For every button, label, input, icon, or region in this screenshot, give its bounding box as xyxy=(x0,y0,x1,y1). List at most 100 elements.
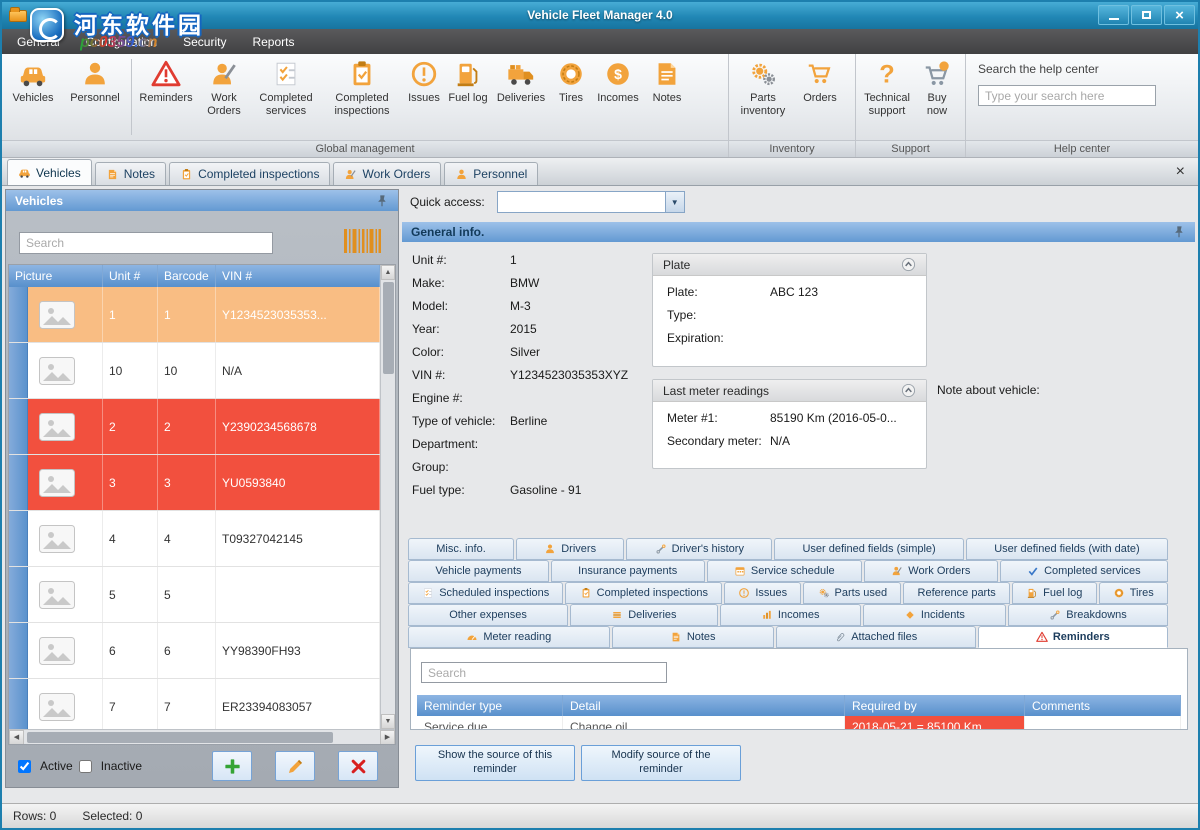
ribbon-item-completed-inspections[interactable]: Completed inspections xyxy=(321,55,403,120)
tab-vehicle-payments[interactable]: Vehicle payments xyxy=(408,560,549,582)
tab-completed-services[interactable]: Completed services xyxy=(1000,560,1168,582)
inactive-checkbox[interactable] xyxy=(79,760,92,773)
ribbon-item-vehicles[interactable]: Vehicles xyxy=(4,55,62,108)
add-vehicle-button[interactable] xyxy=(212,751,252,781)
modify-reminder-source-button[interactable]: Modify source of the reminder xyxy=(581,745,741,781)
tab-breakdowns[interactable]: Breakdowns xyxy=(1008,604,1168,626)
ribbon-item-buy-now[interactable]: Buy now xyxy=(916,55,958,120)
table-row[interactable]: 5 5 xyxy=(9,567,380,623)
ribbon-item-notes[interactable]: Notes xyxy=(645,55,689,108)
tab-parts-used[interactable]: Parts used xyxy=(803,582,901,604)
pin-icon[interactable] xyxy=(1172,225,1186,239)
row-selector[interactable] xyxy=(9,399,28,454)
tab-completed-inspections[interactable]: Completed inspections xyxy=(565,582,722,604)
ribbon-item-reminders[interactable]: Reminders xyxy=(135,55,197,108)
active-checkbox[interactable] xyxy=(18,760,31,773)
tab-notes[interactable]: Notes xyxy=(95,162,166,185)
column-header-reminder-type[interactable]: Reminder type xyxy=(417,695,563,716)
collapse-icon[interactable] xyxy=(901,257,916,272)
minimize-button[interactable] xyxy=(1098,5,1129,25)
table-row[interactable]: 3 3 YU0593840 xyxy=(9,455,380,511)
pin-icon[interactable] xyxy=(375,194,389,208)
row-selector[interactable] xyxy=(9,567,28,622)
tab-drivers[interactable]: Drivers xyxy=(516,538,624,560)
ribbon-item-incomes[interactable]: Incomes xyxy=(591,55,645,108)
tab-other-expenses[interactable]: Other expenses xyxy=(408,604,568,626)
tab-reminders[interactable]: Reminders xyxy=(978,626,1168,648)
tab-vehicles[interactable]: Vehicles xyxy=(7,159,92,185)
tab-reference-parts[interactable]: Reference parts xyxy=(903,582,1010,604)
tab-scheduled-inspections[interactable]: Scheduled inspections xyxy=(408,582,563,604)
ribbon-item-orders[interactable]: Orders xyxy=(795,55,845,108)
tab-meter-reading[interactable]: Meter reading xyxy=(408,626,610,648)
scroll-right-arrow[interactable]: ▶ xyxy=(380,730,395,745)
tab-deliveries[interactable]: Deliveries xyxy=(570,604,718,626)
row-selector[interactable] xyxy=(9,343,28,398)
scrollbar-thumb[interactable] xyxy=(383,282,394,374)
close-button[interactable]: × xyxy=(1164,5,1195,25)
column-header-vin[interactable]: VIN # xyxy=(216,265,380,287)
row-selector[interactable] xyxy=(9,623,28,678)
collapse-icon[interactable] xyxy=(901,383,916,398)
ribbon-item-deliveries[interactable]: Deliveries xyxy=(491,55,551,108)
quick-access-dropdown[interactable]: ▼ xyxy=(497,191,685,213)
tab-issues[interactable]: Issues xyxy=(724,582,801,604)
menu-reports[interactable]: Reports xyxy=(239,30,307,54)
ribbon-item-tires[interactable]: Tires xyxy=(551,55,591,108)
menu-security[interactable]: Security xyxy=(170,30,239,54)
barcode-icon[interactable] xyxy=(342,226,382,256)
tab-incomes[interactable]: Incomes xyxy=(720,604,861,626)
row-selector[interactable] xyxy=(9,679,28,729)
table-row[interactable]: 7 7 ER23394083057 xyxy=(9,679,380,729)
tab-user-defined-date[interactable]: User defined fields (with date) xyxy=(966,538,1168,560)
reminder-row[interactable]: Service due Change oil 2018-05-21 = 8510… xyxy=(417,716,1181,730)
table-row[interactable]: 1 1 Y1234523035353... xyxy=(9,287,380,343)
column-header-comments[interactable]: Comments xyxy=(1025,695,1181,716)
column-header-barcode[interactable]: Barcode xyxy=(158,265,216,287)
tab-tires[interactable]: Tires xyxy=(1099,582,1168,604)
show-reminder-source-button[interactable]: Show the source of this reminder xyxy=(415,745,575,781)
ribbon-item-completed-services[interactable]: Completed services xyxy=(251,55,321,120)
table-row[interactable]: 4 4 T09327042145 xyxy=(9,511,380,567)
tab-notes[interactable]: Notes xyxy=(612,626,774,648)
tab-drivers-history[interactable]: Driver's history xyxy=(626,538,772,560)
tab-close-button[interactable]: × xyxy=(1168,163,1193,181)
menu-general[interactable]: General xyxy=(4,30,73,54)
tab-fuel-log[interactable]: Fuel log xyxy=(1012,582,1097,604)
edit-vehicle-button[interactable] xyxy=(275,751,315,781)
row-selector[interactable] xyxy=(9,511,28,566)
tab-completed-inspections[interactable]: Completed inspections xyxy=(169,162,330,185)
table-row[interactable]: 6 6 YY98390FH93 xyxy=(9,623,380,679)
menu-configuration[interactable]: Configuration xyxy=(73,30,170,54)
tab-attached-files[interactable]: Attached files xyxy=(776,626,976,648)
table-row[interactable]: 10 10 N/A xyxy=(9,343,380,399)
tab-user-defined-simple[interactable]: User defined fields (simple) xyxy=(774,538,964,560)
row-selector[interactable] xyxy=(9,455,28,510)
column-header-picture[interactable]: Picture xyxy=(9,265,103,287)
maximize-button[interactable] xyxy=(1131,5,1162,25)
tab-service-schedule[interactable]: Service schedule xyxy=(707,560,862,582)
tab-work-orders[interactable]: Work Orders xyxy=(333,162,441,185)
ribbon-item-parts-inventory[interactable]: Parts inventory xyxy=(731,55,795,120)
ribbon-item-issues[interactable]: Issues xyxy=(403,55,445,108)
ribbon-item-work-orders[interactable]: Work Orders xyxy=(197,55,251,120)
chevron-down-icon[interactable]: ▼ xyxy=(665,192,684,212)
row-selector[interactable] xyxy=(9,287,28,342)
vehicles-search-input[interactable] xyxy=(19,232,273,254)
column-header-detail[interactable]: Detail xyxy=(563,695,845,716)
delete-vehicle-button[interactable] xyxy=(338,751,378,781)
scroll-left-arrow[interactable]: ◀ xyxy=(9,730,24,745)
ribbon-item-fuel-log[interactable]: Fuel log xyxy=(445,55,491,108)
tab-insurance-payments[interactable]: Insurance payments xyxy=(551,560,705,582)
tab-work-orders[interactable]: Work Orders xyxy=(864,560,998,582)
tab-personnel[interactable]: Personnel xyxy=(444,162,538,185)
help-search-input[interactable] xyxy=(978,85,1156,106)
table-row[interactable]: 2 2 Y2390234568678 xyxy=(9,399,380,455)
horizontal-scrollbar[interactable]: ◀ ▶ xyxy=(9,729,395,744)
vertical-scrollbar[interactable]: ▲ ▼ xyxy=(380,265,395,729)
scroll-down-arrow[interactable]: ▼ xyxy=(381,714,395,729)
ribbon-item-personnel[interactable]: Personnel xyxy=(62,55,128,108)
tab-incidents[interactable]: Incidents xyxy=(863,604,1006,626)
column-header-required-by[interactable]: Required by xyxy=(845,695,1025,716)
column-header-unit[interactable]: Unit # xyxy=(103,265,158,287)
